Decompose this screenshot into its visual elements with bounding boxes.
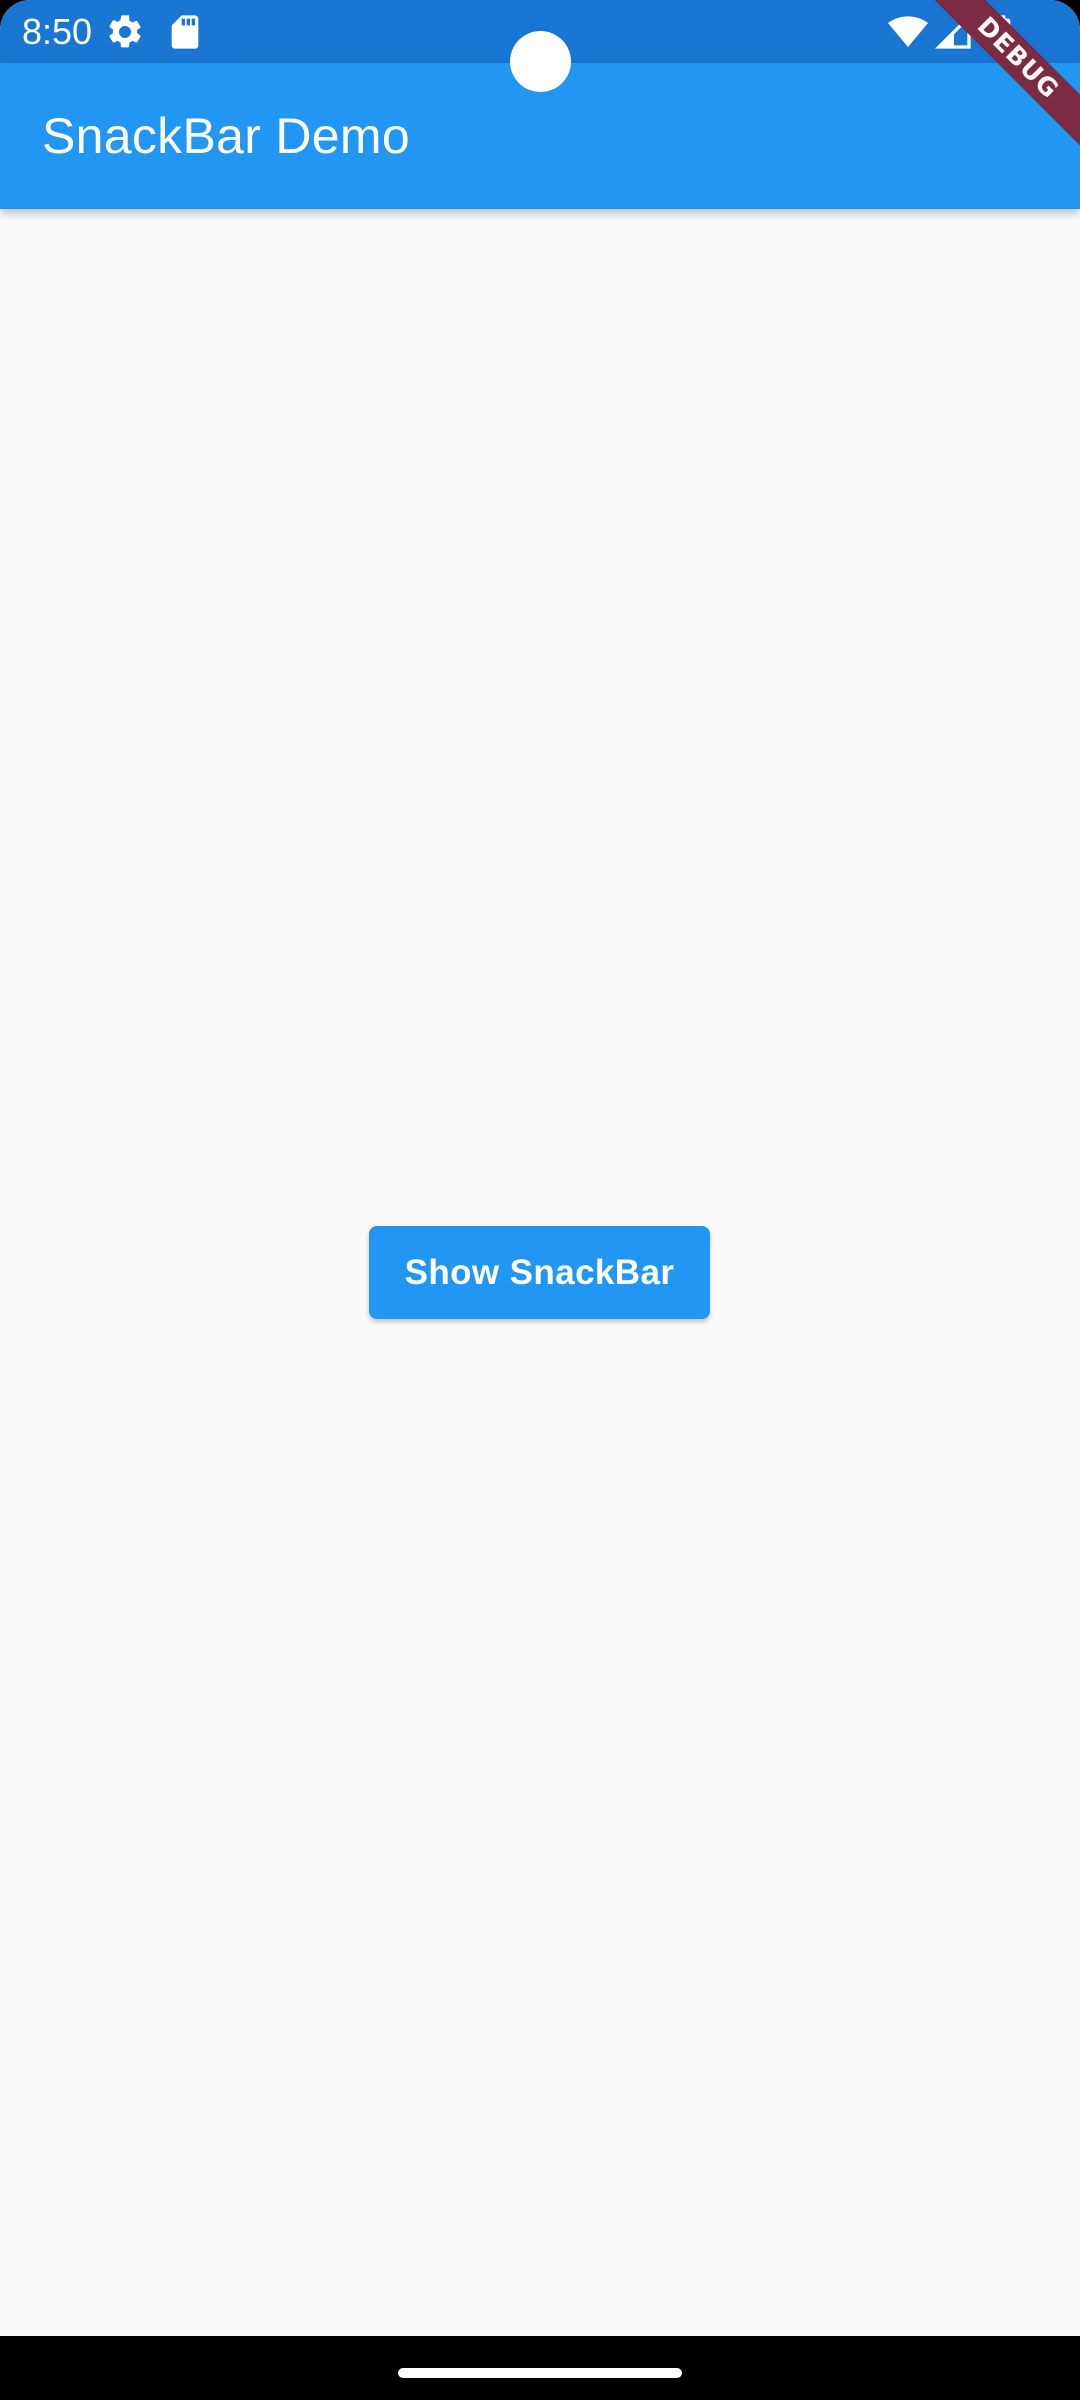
status-time: 8:50 [22, 11, 93, 52]
gear-icon [105, 12, 145, 52]
home-indicator[interactable] [398, 2368, 682, 2378]
sd-card-icon [165, 12, 205, 52]
camera-cutout [510, 31, 571, 92]
battery-icon [982, 12, 1022, 52]
app-screen: 8:50 SnackBar Demo DEBUG Show SnackBar [0, 0, 1080, 2400]
wifi-icon [888, 12, 928, 52]
show-snackbar-button[interactable]: Show SnackBar [369, 1226, 710, 1319]
app-title: SnackBar Demo [42, 108, 410, 164]
cell-signal-icon [934, 12, 974, 52]
